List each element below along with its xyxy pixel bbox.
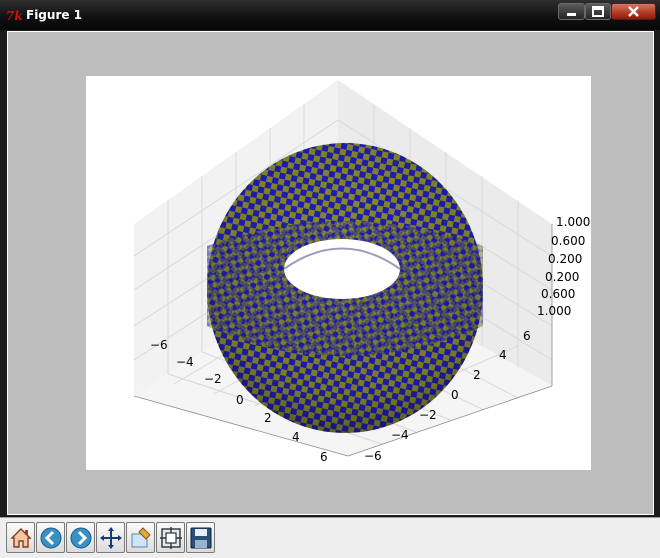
- y-tick-label: −2: [419, 408, 437, 422]
- zoom-button[interactable]: [126, 522, 155, 553]
- move-arrows-icon: [100, 527, 122, 549]
- navigation-toolbar: [0, 517, 660, 558]
- z-tick-label: 0.600: [541, 287, 575, 301]
- back-arrow-icon: [40, 527, 62, 549]
- pan-button[interactable]: [96, 522, 125, 553]
- home-icon: [10, 528, 32, 548]
- x-tick-label: 6: [320, 450, 328, 464]
- z-tick-label: 0.600: [551, 234, 585, 248]
- floppy-disk-icon: [190, 527, 212, 549]
- torus-surface: [207, 143, 483, 433]
- y-tick-label: 6: [523, 329, 531, 343]
- tk-feather-icon: 7k: [6, 9, 22, 22]
- window-title: Figure 1: [26, 8, 83, 22]
- x-tick-label: 2: [264, 411, 272, 425]
- configure-subplots-icon: [160, 527, 182, 549]
- close-button[interactable]: [611, 3, 656, 20]
- x-tick-label: −6: [150, 338, 168, 352]
- x-tick-label: 0: [236, 393, 244, 407]
- plot-figure[interactable]: −6 −4 −2 0 2 4 6 −6 −4 −2 0 2 4 6 1.000 …: [86, 76, 591, 470]
- forward-arrow-icon: [70, 527, 92, 549]
- minimize-button[interactable]: [558, 3, 585, 20]
- y-tick-label: −4: [391, 428, 409, 442]
- svg-text:7k: 7k: [6, 9, 22, 22]
- maximize-button[interactable]: [585, 3, 611, 20]
- figure-window: 7k Figure 1 −6 −4 −2 0 2 4 6 −6 −4 −2 0 …: [0, 0, 660, 558]
- z-tick-label: 0.200: [548, 252, 582, 266]
- y-tick-label: 0: [451, 388, 459, 402]
- forward-button[interactable]: [66, 522, 95, 553]
- x-tick-label: −2: [204, 372, 222, 386]
- z-tick-label: 1.000: [556, 215, 590, 229]
- z-tick-label: 1.000: [537, 304, 571, 318]
- maximize-icon: [592, 6, 604, 17]
- minimize-icon: [567, 13, 576, 16]
- z-tick-label: 0.200: [545, 270, 579, 284]
- subplots-button[interactable]: [156, 522, 185, 553]
- zoom-rect-icon: [131, 527, 151, 548]
- y-tick-label: −6: [364, 449, 382, 463]
- y-tick-label: 4: [499, 348, 507, 362]
- save-button[interactable]: [186, 522, 215, 553]
- x-tick-label: 4: [292, 430, 300, 444]
- title-bar[interactable]: 7k Figure 1: [0, 0, 660, 30]
- plot-canvas: −6 −4 −2 0 2 4 6 −6 −4 −2 0 2 4 6 1.000 …: [133, 80, 590, 464]
- x-tick-label: −4: [176, 355, 194, 369]
- back-button[interactable]: [36, 522, 65, 553]
- close-icon: [628, 6, 639, 17]
- y-tick-label: 2: [473, 368, 481, 382]
- home-button[interactable]: [6, 522, 35, 553]
